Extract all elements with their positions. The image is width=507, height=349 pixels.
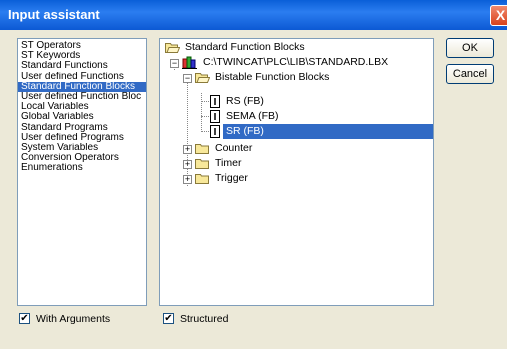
expand-toggle[interactable]: +: [183, 175, 192, 184]
category-item[interactable]: Standard Programs: [18, 123, 146, 133]
with-arguments-checkbox[interactable]: ✔ With Arguments: [19, 312, 111, 327]
window-title: Input assistant: [8, 7, 100, 22]
tree-node-label: Trigger: [215, 172, 248, 184]
ok-button[interactable]: OK: [446, 38, 494, 58]
category-item[interactable]: ST Operators: [18, 41, 146, 51]
library-icon: [182, 56, 198, 69]
tree-node-rs[interactable]: RS (FB): [209, 94, 267, 109]
cancel-button[interactable]: Cancel: [446, 64, 494, 84]
with-arguments-label: With Arguments: [36, 313, 111, 325]
tree-connector: [201, 101, 209, 102]
expand-toggle[interactable]: +: [183, 160, 192, 169]
title-bar[interactable]: Input assistant X: [0, 0, 507, 30]
close-button[interactable]: X: [490, 5, 507, 26]
category-item[interactable]: User defined Function Bloc: [18, 92, 146, 102]
category-item[interactable]: Global Variables: [18, 112, 146, 122]
function-block-icon: [209, 109, 221, 123]
tree-node-label: Standard Function Blocks: [185, 41, 305, 53]
folder-icon: [195, 173, 210, 184]
check-icon: ✔: [20, 312, 29, 324]
tree-node-label: C:\TWINCAT\PLC\LIB\STANDARD.LBX: [203, 56, 389, 68]
category-list[interactable]: ST Operators ST Keywords Standard Function…: [17, 38, 147, 306]
input-assistant-dialog: Input assistant X ST Operators ST Keyword…: [0, 0, 507, 349]
tree-node-timer[interactable]: Timer: [195, 156, 244, 171]
structured-checkbox[interactable]: ✔ Structured: [163, 312, 229, 327]
folder-icon: [195, 143, 210, 154]
checkbox-box[interactable]: ✔: [19, 312, 30, 324]
category-item[interactable]: System Variables: [18, 143, 146, 153]
tree-node-bistable-folder[interactable]: Bistable Function Blocks: [195, 70, 332, 85]
category-item[interactable]: Enumerations: [18, 163, 146, 173]
tree-node-label: SEMA (FB): [226, 110, 279, 122]
tree-connector: [201, 131, 209, 132]
category-item[interactable]: Standard Function Blocks: [18, 81, 146, 92]
tree-node-label: RS (FB): [226, 95, 264, 107]
check-icon: ✔: [164, 312, 173, 324]
checkbox-box[interactable]: ✔: [163, 312, 174, 324]
tree-node-label: SR (FB): [223, 124, 433, 139]
close-icon: X: [495, 7, 506, 23]
function-block-tree[interactable]: Standard Function Blocks − C:\TWINCAT\PL…: [159, 38, 434, 306]
structured-label: Structured: [180, 313, 229, 325]
category-item[interactable]: Conversion Operators: [18, 153, 146, 163]
tree-node-trigger[interactable]: Trigger: [195, 171, 251, 186]
tree-connector: [201, 93, 202, 132]
collapse-toggle[interactable]: −: [170, 59, 179, 68]
category-item[interactable]: User defined Programs: [18, 133, 146, 143]
tree-node-label: Timer: [215, 157, 242, 169]
category-item[interactable]: Local Variables: [18, 102, 146, 112]
tree-node-sr[interactable]: SR (FB): [209, 124, 433, 139]
category-item[interactable]: Standard Functions: [18, 61, 146, 71]
tree-connector: [201, 116, 209, 117]
tree-node-root[interactable]: Standard Function Blocks: [165, 40, 308, 55]
tree-node-label: Counter: [215, 142, 253, 154]
open-folder-icon: [165, 42, 180, 53]
category-item[interactable]: ST Keywords: [18, 51, 146, 61]
tree-node-sema[interactable]: SEMA (FB): [209, 109, 282, 124]
tree-node-counter[interactable]: Counter: [195, 141, 255, 156]
function-block-icon: [209, 94, 221, 108]
category-item[interactable]: User defined Functions: [18, 72, 146, 82]
tree-node-label: Bistable Function Blocks: [215, 71, 330, 83]
collapse-toggle[interactable]: −: [183, 74, 192, 83]
tree-node-library[interactable]: C:\TWINCAT\PLC\LIB\STANDARD.LBX: [182, 55, 391, 70]
tree-connector: [187, 79, 188, 186]
open-folder-icon: [195, 72, 210, 83]
folder-icon: [195, 158, 210, 169]
function-block-icon: [209, 124, 221, 138]
expand-toggle[interactable]: +: [183, 145, 192, 154]
